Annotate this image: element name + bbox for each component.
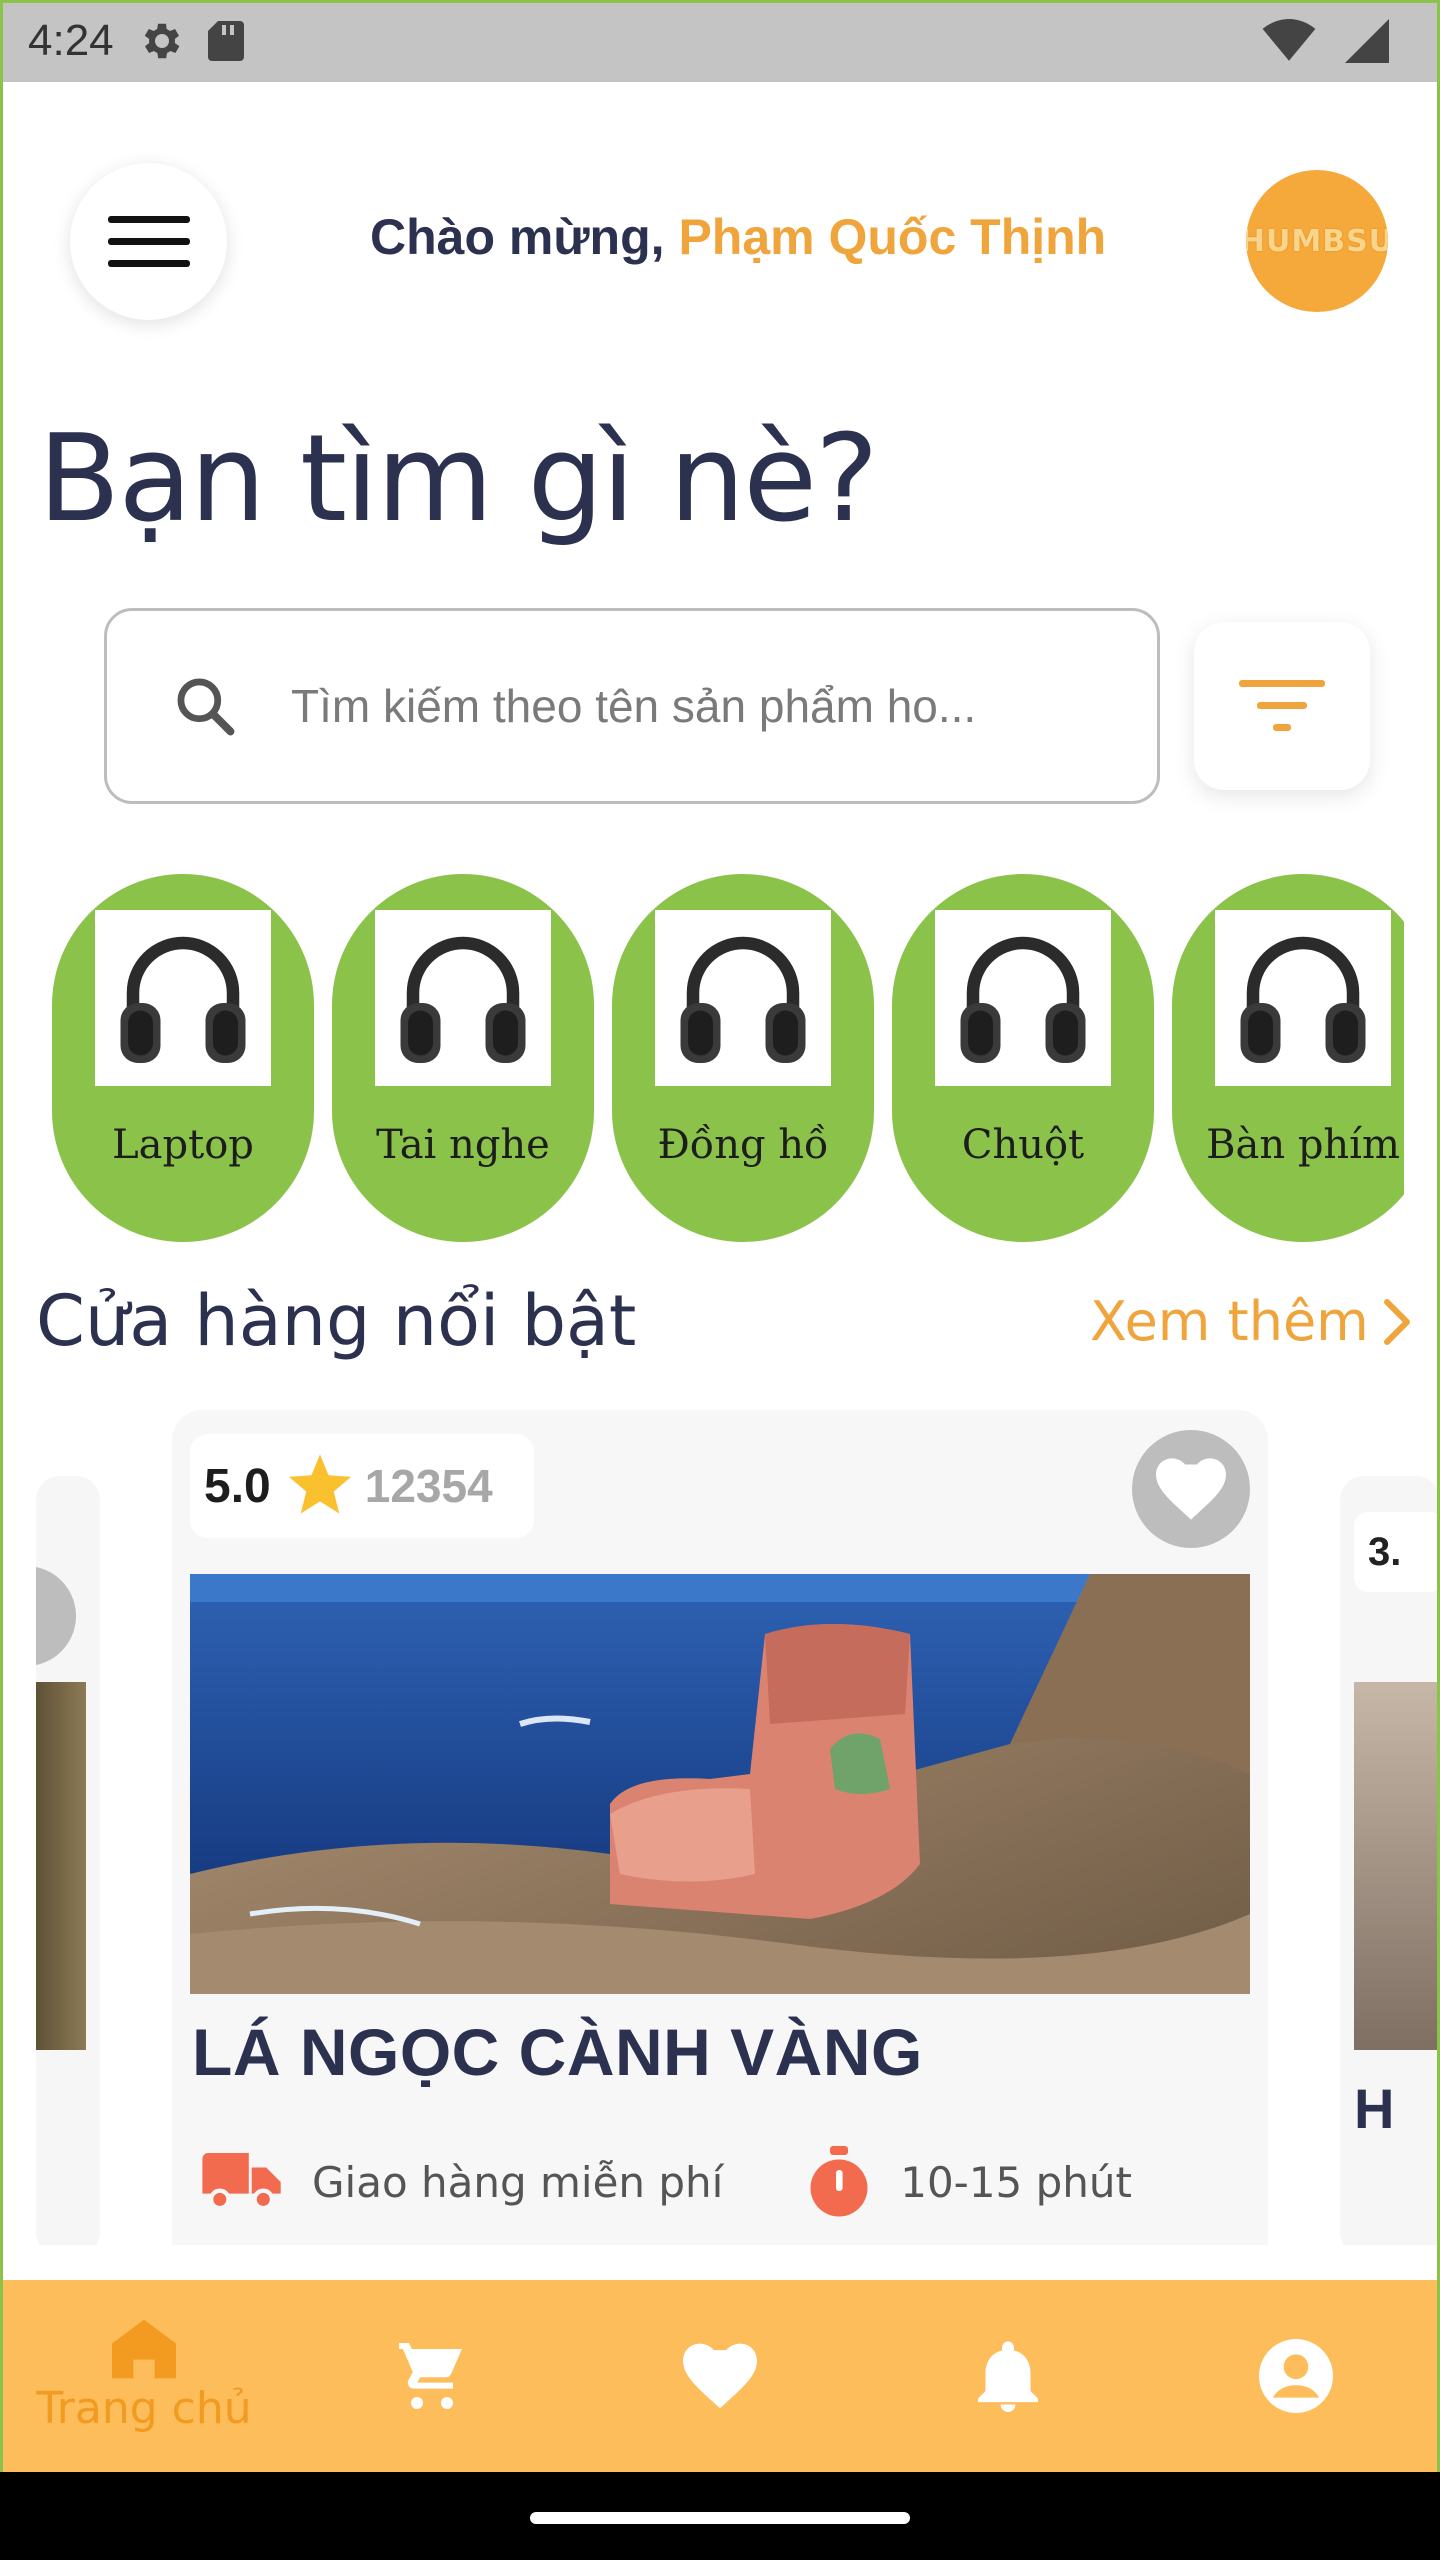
bell-icon <box>978 2341 1038 2412</box>
system-nav-bar <box>0 2472 1440 2560</box>
shop-meta: Giao hàng miễn phí 10-15 phút <box>202 2142 1242 2222</box>
rating-score: 5.0 <box>204 1459 271 1513</box>
search-input[interactable] <box>291 679 1071 733</box>
avatar-logo-text: HUMBSU <box>1246 223 1388 259</box>
filter-icon <box>1239 680 1325 731</box>
bottom-nav: Trang chủ <box>0 2280 1440 2472</box>
status-time: 4:24 <box>28 16 114 65</box>
category-image <box>375 910 551 1086</box>
delivery-info: Giao hàng miễn phí <box>202 2153 723 2211</box>
filter-button[interactable] <box>1194 622 1370 790</box>
shop-image-partial <box>36 1682 86 2050</box>
section-title-featured: Cửa hàng nổi bật <box>36 1280 637 1362</box>
nav-profile[interactable] <box>1152 2280 1440 2472</box>
nav-cart[interactable] <box>288 2280 576 2472</box>
nav-notifications[interactable] <box>864 2280 1152 2472</box>
category-label: Bàn phím <box>1206 1122 1400 1168</box>
category-item[interactable]: Đồng hồ <box>612 874 874 1242</box>
avatar[interactable]: HUMBSU <box>1246 170 1388 312</box>
see-more-label: Xem thêm <box>1090 1290 1369 1353</box>
greeting-prefix: Chào mừng, <box>370 209 679 265</box>
settings-gear-icon <box>136 17 184 65</box>
home-gesture-pill[interactable] <box>530 2512 910 2524</box>
menu-button[interactable] <box>70 163 227 320</box>
hamburger-icon <box>107 215 190 267</box>
chevron-right-icon <box>1383 1298 1410 1345</box>
shop-card[interactable]: 5.0 12354 LÁ NGỌC CÀNH VÀNG Giao hàng mi… <box>172 1410 1268 2245</box>
shop-card-previous[interactable] <box>36 1476 100 2245</box>
shop-name: LÁ NGỌC CÀNH VÀNG <box>192 2015 923 2089</box>
search-icon <box>171 672 239 740</box>
heart-icon <box>683 2343 757 2409</box>
category-item[interactable]: Tai nghe <box>332 874 594 1242</box>
category-item[interactable]: Laptop <box>52 874 314 1242</box>
signal-icon <box>1344 19 1390 63</box>
greeting-text: Chào mừng, Phạm Quốc Thịnh <box>370 208 1130 278</box>
time-label: 10-15 phút <box>900 2157 1132 2207</box>
category-image <box>1215 910 1391 1086</box>
category-item[interactable]: Chuột <box>892 874 1154 1242</box>
category-label: Đồng hồ <box>657 1122 829 1168</box>
category-image <box>655 910 831 1086</box>
shop-carousel: 5.0 12354 LÁ NGỌC CÀNH VÀNG Giao hàng mi… <box>0 1400 1440 2245</box>
category-image <box>935 910 1111 1086</box>
search-box[interactable] <box>104 608 1160 804</box>
shop-image-partial-next <box>1354 1682 1440 2050</box>
category-image <box>95 910 271 1086</box>
see-more-link[interactable]: Xem thêm <box>1090 1290 1411 1353</box>
review-count: 12354 <box>364 1460 493 1512</box>
wifi-icon <box>1262 19 1316 63</box>
category-list: Laptop Tai nghe Đồng hồ Chuột Bàn phím <box>52 874 1404 1242</box>
nav-home-label: Trang chủ <box>36 2382 252 2434</box>
home-icon <box>112 2319 176 2378</box>
status-bar: 4:24 <box>0 0 1440 82</box>
category-label: Tai nghe <box>376 1122 550 1168</box>
cart-icon <box>399 2343 462 2409</box>
shop-name-partial: H <box>1354 2077 1395 2140</box>
shop-card-next[interactable]: 3. H <box>1340 1476 1440 2245</box>
star-icon <box>287 1454 353 1518</box>
shop-image <box>190 1574 1250 1994</box>
time-info: 10-15 phút <box>806 2146 1132 2218</box>
stopwatch-icon <box>810 2146 868 2217</box>
nav-favorites[interactable] <box>576 2280 864 2472</box>
nav-home[interactable]: Trang chủ <box>0 2280 288 2472</box>
category-item[interactable]: Bàn phím <box>1172 874 1404 1242</box>
account-circle-icon <box>1259 2339 1333 2413</box>
user-name: Phạm Quốc Thịnh <box>678 209 1107 265</box>
rating-badge: 5.0 12354 <box>190 1434 534 1538</box>
category-label: Chuột <box>961 1122 1085 1168</box>
page-headline: Bạn tìm gì nè? <box>38 410 879 549</box>
rating-badge-partial: 3. <box>1354 1512 1440 1592</box>
heart-icon <box>1156 1458 1226 1520</box>
category-label: Laptop <box>112 1122 254 1168</box>
truck-icon <box>202 2153 281 2211</box>
favorite-button[interactable] <box>1132 1430 1250 1548</box>
sd-card-icon <box>206 19 246 63</box>
delivery-label: Giao hàng miễn phí <box>312 2157 724 2207</box>
favorite-button-partial <box>36 1566 76 1666</box>
